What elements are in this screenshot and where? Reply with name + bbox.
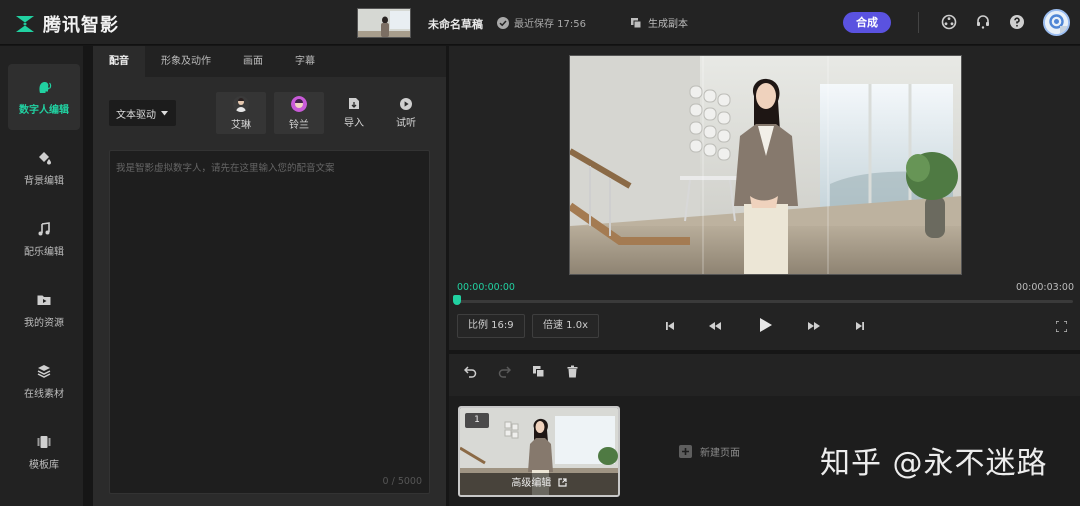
advanced-edit-button[interactable]: 高级编辑	[460, 473, 618, 495]
script-placeholder: 我是智影虚拟数字人，请先在这里输入您的配音文案	[116, 163, 335, 174]
music-note-icon	[38, 221, 50, 235]
digital-human-icon	[39, 81, 52, 93]
app-logo[interactable]: 腾讯智影	[14, 11, 119, 37]
left-sidebar: 数字人编辑 背景编辑 配乐编辑 我的资源 在线素材 模板库	[0, 46, 83, 506]
duplicate-icon[interactable]	[532, 365, 545, 378]
paint-bucket-icon	[39, 151, 51, 164]
sidebar-item-my-resources[interactable]: 我的资源	[8, 277, 80, 343]
panel-tabs: 配音 形象及动作 画面 字幕	[93, 46, 446, 77]
sidebar-item-label: 在线素材	[24, 388, 64, 400]
timeline-scrubber[interactable]	[456, 300, 1073, 303]
folder-play-icon	[37, 295, 51, 305]
help-icon[interactable]	[1009, 14, 1025, 30]
app-name: 腾讯智影	[43, 15, 119, 36]
sidebar-item-label: 我的资源	[24, 317, 64, 329]
preview-scene-image	[570, 56, 961, 274]
new-page-label: 新建页面	[700, 448, 740, 459]
fullscreen-icon[interactable]	[1056, 321, 1067, 332]
delete-icon[interactable]	[566, 365, 579, 378]
video-preview[interactable]	[569, 55, 962, 275]
undo-icon[interactable]	[464, 365, 477, 378]
page-number-badge: 1	[465, 413, 489, 428]
play-circle-icon	[400, 97, 412, 110]
draft-title[interactable]: 未命名草稿	[428, 16, 483, 32]
drive-mode-select[interactable]: 文本驱动	[109, 100, 176, 126]
draft-thumbnail-image	[358, 9, 410, 37]
avatar-image	[1045, 11, 1068, 34]
toolbar-divider	[918, 12, 919, 33]
skip-to-end-icon[interactable]	[853, 319, 867, 333]
save-status: 最近保存 17:56	[497, 15, 586, 30]
top-bar: 腾讯智影 未命名草稿 最近保存 17:56 生成副本 合成	[0, 0, 1080, 45]
voice-avatar-icon	[291, 95, 307, 112]
play-icon[interactable]	[756, 316, 774, 334]
section-divider	[449, 350, 1080, 354]
drive-mode-value: 文本驱动	[116, 109, 156, 121]
sidebar-item-templates[interactable]: 模板库	[8, 419, 80, 485]
voice-option-ailin[interactable]: 艾琳	[216, 92, 266, 134]
listen-label: 试听	[396, 117, 416, 129]
new-page-button[interactable]: 新建页面	[679, 444, 740, 459]
sidebar-item-music[interactable]: 配乐编辑	[8, 206, 80, 272]
sidebar-item-background[interactable]: 背景编辑	[8, 135, 80, 201]
copy-icon	[631, 17, 642, 28]
voice-option-linglan[interactable]: 铃兰	[274, 92, 324, 134]
sidebar-item-digital-human[interactable]: 数字人编辑	[8, 64, 80, 130]
sidebar-item-label: 模板库	[29, 459, 59, 471]
tab-appearance-actions[interactable]: 形象及动作	[145, 46, 227, 77]
redo-icon[interactable]	[498, 365, 511, 378]
watermark-text: 知乎 @永不迷路	[820, 446, 1048, 481]
advanced-edit-label: 高级编辑	[511, 478, 552, 489]
playhead-handle[interactable]	[453, 295, 461, 305]
voice-label: 艾琳	[231, 119, 251, 131]
external-link-icon	[557, 478, 567, 487]
voice-avatar-icon	[233, 95, 249, 112]
sidebar-item-label: 数字人编辑	[19, 104, 69, 116]
share-icon[interactable]	[941, 14, 957, 30]
import-label: 导入	[344, 118, 364, 129]
editor-area: 00:00:00:00 00:00:03:00 比例 16:9 倍速 1.0x	[449, 46, 1080, 506]
logo-mark-icon	[16, 16, 34, 32]
plus-square-icon	[679, 445, 692, 458]
rewind-icon[interactable]	[708, 319, 722, 333]
support-icon[interactable]	[975, 14, 991, 30]
char-counter: 0 / 5000	[382, 476, 422, 487]
voice-panel: 配音 形象及动作 画面 字幕 文本驱动 艾琳 铃兰 导入 试听 我是智影虚拟数字…	[93, 46, 446, 506]
fast-forward-icon[interactable]	[807, 319, 821, 333]
voice-label: 铃兰	[289, 119, 309, 131]
save-status-text: 最近保存 17:56	[514, 19, 586, 30]
aspect-ratio-button[interactable]: 比例 16:9	[457, 314, 525, 338]
playback-speed-button[interactable]: 倍速 1.0x	[532, 314, 599, 338]
chevron-down-icon	[161, 110, 168, 115]
compose-button[interactable]: 合成	[843, 12, 891, 33]
create-copy-button[interactable]: 生成副本	[630, 15, 688, 30]
layers-icon	[37, 364, 51, 378]
check-circle-icon	[497, 16, 509, 29]
create-copy-label: 生成副本	[648, 19, 688, 30]
import-file-icon	[349, 98, 359, 109]
page-card[interactable]: 1 高级编辑	[458, 406, 620, 497]
user-avatar[interactable]	[1043, 9, 1070, 36]
sidebar-item-label: 配乐编辑	[24, 246, 64, 258]
tab-voiceover[interactable]: 配音	[93, 46, 145, 77]
tab-subtitles[interactable]: 字幕	[279, 46, 331, 77]
current-timecode: 00:00:00:00	[457, 282, 515, 293]
total-timecode: 00:00:03:00	[1016, 282, 1074, 293]
skip-to-start-icon[interactable]	[663, 319, 677, 333]
sidebar-item-online-materials[interactable]: 在线素材	[8, 348, 80, 414]
sidebar-item-label: 背景编辑	[24, 175, 64, 187]
listen-button[interactable]: 试听	[381, 92, 431, 134]
script-textarea[interactable]: 我是智影虚拟数字人，请先在这里输入您的配音文案 0 / 5000	[109, 150, 430, 494]
draft-thumbnail[interactable]	[357, 8, 411, 38]
import-button[interactable]: 导入	[329, 92, 379, 134]
template-icon	[37, 435, 51, 448]
tab-scene[interactable]: 画面	[227, 46, 279, 77]
